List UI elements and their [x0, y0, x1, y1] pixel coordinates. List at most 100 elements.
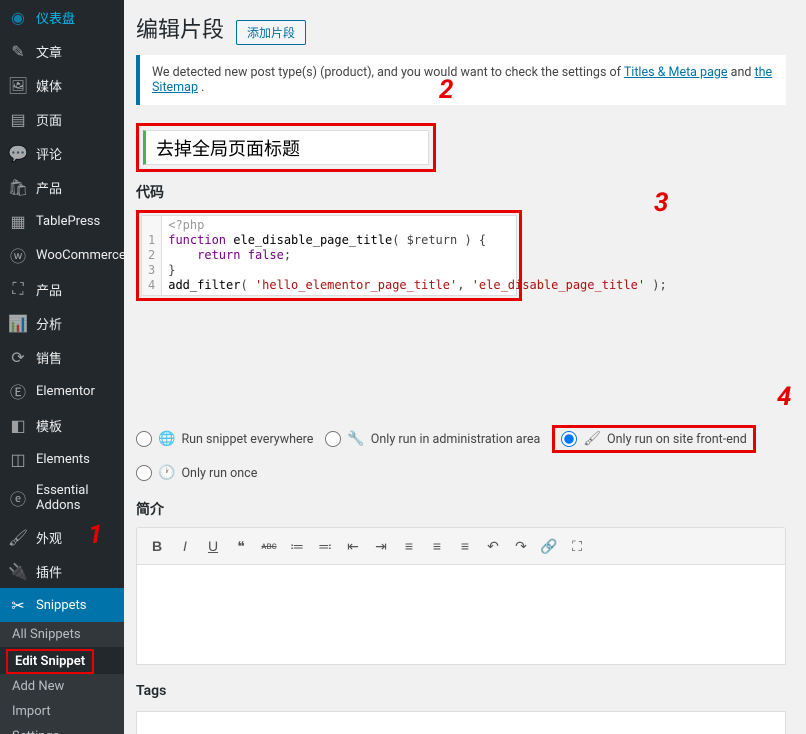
tags-input[interactable]	[136, 711, 786, 734]
scope-radio-frontend[interactable]	[561, 431, 577, 447]
snippet-title-input[interactable]	[143, 130, 429, 165]
redo-button[interactable]: ↷	[509, 534, 533, 558]
elementor-icon: Ⓔ	[8, 381, 28, 401]
menu-snippets[interactable]: ✂ Snippets	[0, 588, 124, 622]
annotation-frame-3: 1234 <?php function ele_disable_page_tit…	[136, 210, 522, 301]
menu-posts[interactable]: ✎文章	[0, 34, 124, 68]
menu-label: 外观	[36, 528, 62, 547]
link-button[interactable]: 🔗	[537, 534, 561, 558]
admin-sidebar: ◉仪表盘 ✎文章 🖼 媒体 ▤页面 💬评论 🛍 产品 ▦ TablePress ⓦWo…	[0, 0, 124, 734]
menu-marketing[interactable]: ⟳销售	[0, 340, 124, 374]
wrench-icon: 🔧	[347, 431, 364, 447]
italic-button[interactable]: I	[173, 534, 197, 558]
scope-radio-once[interactable]	[136, 465, 152, 481]
code-body[interactable]: <?php function ele_disable_page_title( $…	[162, 216, 673, 295]
code-gutter: 1234	[142, 216, 162, 295]
editor-blank-area[interactable]	[136, 307, 786, 417]
annotation-frame-1: Edit Snippet	[6, 649, 94, 674]
menu-label: 媒体	[36, 76, 62, 95]
notice-text-post: .	[201, 80, 204, 95]
menu-label: Snippets	[36, 598, 87, 613]
brush-icon: 🖌	[583, 431, 601, 447]
box-icon: ⛶	[8, 279, 28, 299]
page-title: 编辑片段	[136, 12, 224, 44]
menu-appearance[interactable]: 🖌 外观	[0, 520, 124, 554]
menu-essential-addons[interactable]: ⓔEssential Addons	[0, 476, 124, 520]
align-left-button[interactable]: ≡	[397, 534, 421, 558]
ol-button[interactable]: ≕	[313, 534, 337, 558]
refresh-icon: ⟳	[8, 347, 28, 367]
align-right-button[interactable]: ≡	[453, 534, 477, 558]
scope-radio-admin[interactable]	[325, 431, 341, 447]
indent-button[interactable]: ⇥	[369, 534, 393, 558]
menu-label: 产品	[36, 178, 62, 197]
scissors-icon: ✂	[8, 595, 28, 615]
bold-button[interactable]: B	[145, 534, 169, 558]
annotation-number-1: 1	[88, 520, 102, 550]
undo-button[interactable]: ↶	[481, 534, 505, 558]
submenu-edit-snippet[interactable]: Edit Snippet	[11, 652, 89, 671]
outdent-button[interactable]: ⇤	[341, 534, 365, 558]
desc-toolbar: B I U ❝ ᴀʙᴄ ≔ ≕ ⇤ ⇥ ≡ ≡ ≡ ↶ ↷ 🔗 ⛶	[136, 527, 786, 565]
menu-label: 产品	[36, 280, 62, 299]
menu-templates[interactable]: ◧ 模板	[0, 408, 124, 442]
menu-dashboard[interactable]: ◉仪表盘	[0, 0, 124, 34]
menu-elements[interactable]: ◫Elements	[0, 442, 124, 476]
submenu-add-new[interactable]: Add New	[0, 674, 124, 699]
menu-label: Elementor	[36, 384, 95, 399]
desc-section-title: 简介	[136, 499, 786, 519]
annotation-number-2: 2	[439, 75, 453, 105]
menu-label: 分析	[36, 314, 62, 333]
align-center-button[interactable]: ≡	[425, 534, 449, 558]
menu-label: Elements	[36, 452, 90, 467]
underline-button[interactable]: U	[201, 534, 225, 558]
submenu-all-snippets[interactable]: All Snippets	[0, 622, 124, 647]
notice-text-mid: and	[731, 65, 755, 80]
clock-icon: 🕐	[158, 465, 175, 481]
media-icon: 🖼	[8, 75, 28, 95]
add-snippet-button[interactable]: 添加片段	[236, 20, 306, 45]
scope-radio-everywhere[interactable]	[136, 431, 152, 447]
menu-elementor[interactable]: Ⓔ Elementor	[0, 374, 124, 408]
code-editor[interactable]: 1234 <?php function ele_disable_page_tit…	[141, 215, 517, 296]
menu-media[interactable]: 🖼 媒体	[0, 68, 124, 102]
menu-label: TablePress	[36, 214, 100, 229]
admin-notice: We detected new post type(s) (product), …	[136, 55, 786, 105]
annotation-number-3: 3	[654, 188, 668, 218]
menu-products1[interactable]: 🛍 产品	[0, 170, 124, 204]
scope-everywhere[interactable]: 🌐Run snippet everywhere	[136, 431, 313, 447]
menu-woocommerce[interactable]: ⓦWooCommerce	[0, 238, 124, 272]
submenu-import[interactable]: Import	[0, 699, 124, 724]
page-icon: ▤	[8, 109, 28, 129]
bag-icon: 🛍	[8, 177, 28, 197]
menu-plugins[interactable]: 🔌插件	[0, 554, 124, 588]
scope-once[interactable]: 🕐Only run once	[136, 465, 257, 481]
submenu-settings[interactable]: Settings	[0, 724, 124, 734]
strike-button[interactable]: ᴀʙᴄ	[257, 534, 281, 558]
ul-button[interactable]: ≔	[285, 534, 309, 558]
tags-section-title: Tags	[136, 683, 786, 699]
page-header: 编辑片段 添加片段	[136, 0, 786, 55]
main-content: 编辑片段 添加片段 We detected new post type(s) (…	[124, 0, 806, 734]
fullscreen-button[interactable]: ⛶	[565, 534, 589, 558]
quote-button[interactable]: ❝	[229, 534, 253, 558]
menu-pages[interactable]: ▤页面	[0, 102, 124, 136]
menu-tablepress[interactable]: ▦ TablePress	[0, 204, 124, 238]
table-icon: ▦	[8, 211, 28, 231]
menu-label: 模板	[36, 416, 62, 435]
plug-icon: 🔌	[8, 561, 28, 581]
scope-options: 🌐Run snippet everywhere 🔧Only run in adm…	[136, 417, 786, 489]
scope-admin[interactable]: 🔧Only run in administration area	[325, 431, 540, 447]
brush-icon: 🖌	[8, 527, 28, 547]
woo-icon: ⓦ	[8, 245, 28, 265]
notice-text: We detected new post type(s) (product), …	[152, 65, 624, 80]
menu-products2[interactable]: ⛶ 产品	[0, 272, 124, 306]
notice-link-titles[interactable]: Titles & Meta page	[624, 65, 728, 80]
pin-icon: ✎	[8, 41, 28, 61]
code-section-title: 代码	[136, 182, 786, 202]
template-icon: ◧	[8, 415, 28, 435]
description-editor[interactable]	[136, 565, 786, 665]
scope-frontend[interactable]: 🖌Only run on site front-end	[552, 425, 756, 453]
menu-analytics[interactable]: 📊分析	[0, 306, 124, 340]
menu-comments[interactable]: 💬评论	[0, 136, 124, 170]
